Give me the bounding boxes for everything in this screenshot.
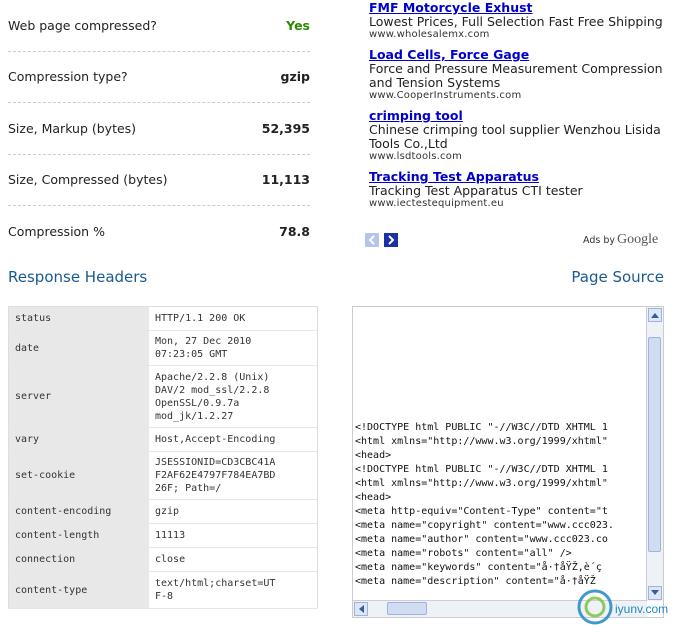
source-line: <head>	[355, 492, 392, 503]
arrow-up-icon	[651, 313, 659, 318]
ad-url: www.wholesalemx.com	[369, 29, 490, 40]
header-value: gzip	[149, 499, 318, 524]
header-row: connection close	[8, 547, 318, 572]
stat-value: gzip	[280, 69, 310, 85]
header-value: JSESSIONID=CD3CBC41A F2AF62E4797F784EA7B…	[149, 451, 318, 500]
header-row: date Mon, 27 Dec 2010 07:23:05 GMT	[8, 330, 318, 366]
header-key: connection	[8, 547, 149, 572]
header-row: content-type text/html;charset=UT F-8	[8, 571, 318, 609]
header-row: content-encoding gzip	[8, 499, 318, 524]
header-value: close	[149, 547, 318, 572]
header-key: content-length	[8, 523, 149, 548]
stat-row: Size, Compressed (bytes) 11,113	[8, 155, 310, 206]
header-key: date	[8, 330, 149, 366]
watermark-text: iyunv.com	[615, 602, 668, 616]
stat-value: 78.8	[279, 223, 310, 239]
compression-stats: Web page compressed? Yes Compression type?…	[8, 0, 310, 257]
source-line: <head>	[355, 450, 392, 461]
stat-label: Web page compressed?	[8, 17, 157, 33]
ad-description: Force and Pressure Measurement Compressi…	[369, 61, 663, 90]
stat-value: Yes	[286, 17, 310, 33]
header-key: server	[8, 365, 149, 428]
ad-url: www.CooperInstruments.com	[369, 90, 522, 101]
ad-url: www.lsdtools.com	[369, 151, 463, 162]
ad-description: Lowest Prices, Full Selection Fast Free …	[369, 14, 663, 29]
ads-by-label: Ads by	[583, 235, 615, 246]
ad-item: FMF Motorcycle Exhust Lowest Prices, Full…	[369, 0, 669, 41]
stat-row: Compression % 78.8	[8, 206, 310, 257]
ads-by-google[interactable]: Ads by Google	[583, 232, 658, 248]
header-key: content-encoding	[8, 499, 149, 524]
header-key: content-type	[8, 571, 149, 609]
ads-panel: FMF Motorcycle Exhust Lowest Prices, Full…	[369, 0, 669, 216]
source-line: <!DOCTYPE html PUBLIC "-//W3C//DTD XHTML…	[355, 422, 608, 433]
source-line: <meta name="author" content="www.ccc023.…	[355, 534, 608, 545]
page-source-viewer[interactable]: <!DOCTYPE html PUBLIC "-//W3C//DTD XHTML…	[352, 306, 664, 618]
stat-label: Compression %	[8, 223, 105, 239]
header-row: set-cookie JSESSIONID=CD3CBC41A F2AF62E47…	[8, 451, 318, 500]
header-value: text/html;charset=UT F-8	[149, 571, 318, 609]
ad-description: Chinese crimping tool supplier Wenzhou L…	[369, 122, 661, 151]
stat-row: Size, Markup (bytes) 52,395	[8, 103, 310, 155]
ad-title-link[interactable]: FMF Motorcycle Exhust	[369, 0, 669, 15]
chevron-right-icon	[388, 235, 395, 245]
ad-title-link[interactable]: Tracking Test Apparatus	[369, 169, 669, 184]
ad-title-link[interactable]: Load Cells, Force Gage	[369, 47, 669, 62]
header-value: Host,Accept-Encoding	[149, 427, 318, 452]
stat-value: 11,113	[261, 172, 310, 188]
google-logo: Google	[616, 232, 659, 247]
ad-url: www.iectestequipment.eu	[369, 198, 504, 209]
stat-value: 52,395	[261, 120, 310, 136]
chevron-left-icon	[368, 235, 375, 245]
source-line: <meta http-equiv="Content-Type" content=…	[355, 506, 608, 517]
ad-title-link[interactable]: crimping tool	[369, 108, 669, 123]
vertical-scroll-thumb[interactable]	[648, 337, 661, 552]
source-line: <!DOCTYPE html PUBLIC "-//W3C//DTD XHTML…	[355, 464, 608, 475]
ad-item: crimping tool Chinese crimping tool suppl…	[369, 108, 669, 163]
source-line: <meta name="robots" content="all" />	[355, 548, 572, 559]
header-value: Mon, 27 Dec 2010 07:23:05 GMT	[149, 330, 318, 366]
page-source-content: <!DOCTYPE html PUBLIC "-//W3C//DTD XHTML…	[355, 307, 645, 599]
response-headers-heading: Response Headers	[8, 268, 148, 286]
ad-item: Tracking Test Apparatus Tracking Test App…	[369, 169, 669, 210]
source-line: <meta name="keywords" content="å·†åŸŽ,è´…	[355, 562, 602, 573]
stat-row: Web page compressed? Yes	[8, 0, 310, 52]
stat-label: Compression type?	[8, 69, 128, 85]
stat-label: Size, Compressed (bytes)	[8, 172, 168, 188]
horizontal-scroll-thumb[interactable]	[387, 602, 427, 615]
ad-prev-button[interactable]	[365, 233, 379, 247]
header-row: vary Host,Accept-Encoding	[8, 427, 318, 452]
response-headers-table: status HTTP/1.1 200 OK date Mon, 27 Dec 201…	[8, 306, 318, 609]
scroll-left-button[interactable]	[354, 602, 368, 616]
header-key: set-cookie	[8, 451, 149, 500]
source-line: <meta name="copyright" content="www.ccc0…	[355, 520, 614, 531]
header-key: status	[8, 306, 149, 331]
watermark-logo: iyunv.com	[577, 589, 668, 625]
header-value: 11113	[149, 523, 318, 548]
header-value: HTTP/1.1 200 OK	[149, 306, 318, 331]
header-row: status HTTP/1.1 200 OK	[8, 306, 318, 331]
stat-label: Size, Markup (bytes)	[8, 120, 137, 136]
source-line: <html xmlns="http://www.w3.org/1999/xhtm…	[355, 478, 608, 489]
stat-row: Compression type? gzip	[8, 52, 310, 103]
ad-navigation	[365, 233, 398, 247]
vertical-scrollbar[interactable]	[646, 307, 663, 601]
page-source-heading: Page Source	[571, 268, 664, 286]
ad-item: Load Cells, Force Gage Force and Pressure…	[369, 47, 669, 102]
header-key: vary	[8, 427, 149, 452]
header-row: server Apache/2.2.8 (Unix) DAV/2 mod_ssl/…	[8, 365, 318, 428]
scroll-up-button[interactable]	[648, 308, 662, 322]
header-row: content-length 11113	[8, 523, 318, 548]
arrow-left-icon	[359, 605, 364, 613]
ad-next-button[interactable]	[384, 233, 398, 247]
header-value: Apache/2.2.8 (Unix) DAV/2 mod_ssl/2.2.8 …	[149, 365, 318, 428]
ad-description: Tracking Test Apparatus CTI tester	[369, 183, 583, 198]
source-line: <html xmlns="http://www.w3.org/1999/xhtm…	[355, 436, 608, 447]
